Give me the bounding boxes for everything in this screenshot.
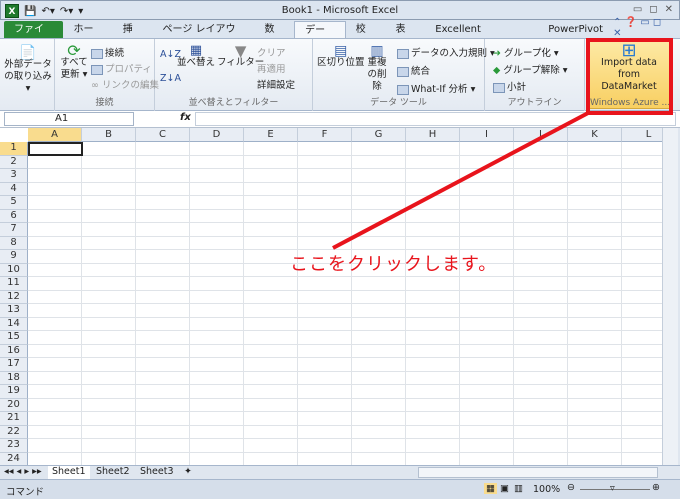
annotation-highlight-box — [586, 38, 673, 115]
annotation-text: ここをクリックします。 — [290, 254, 498, 275]
annotation-line — [332, 110, 591, 250]
